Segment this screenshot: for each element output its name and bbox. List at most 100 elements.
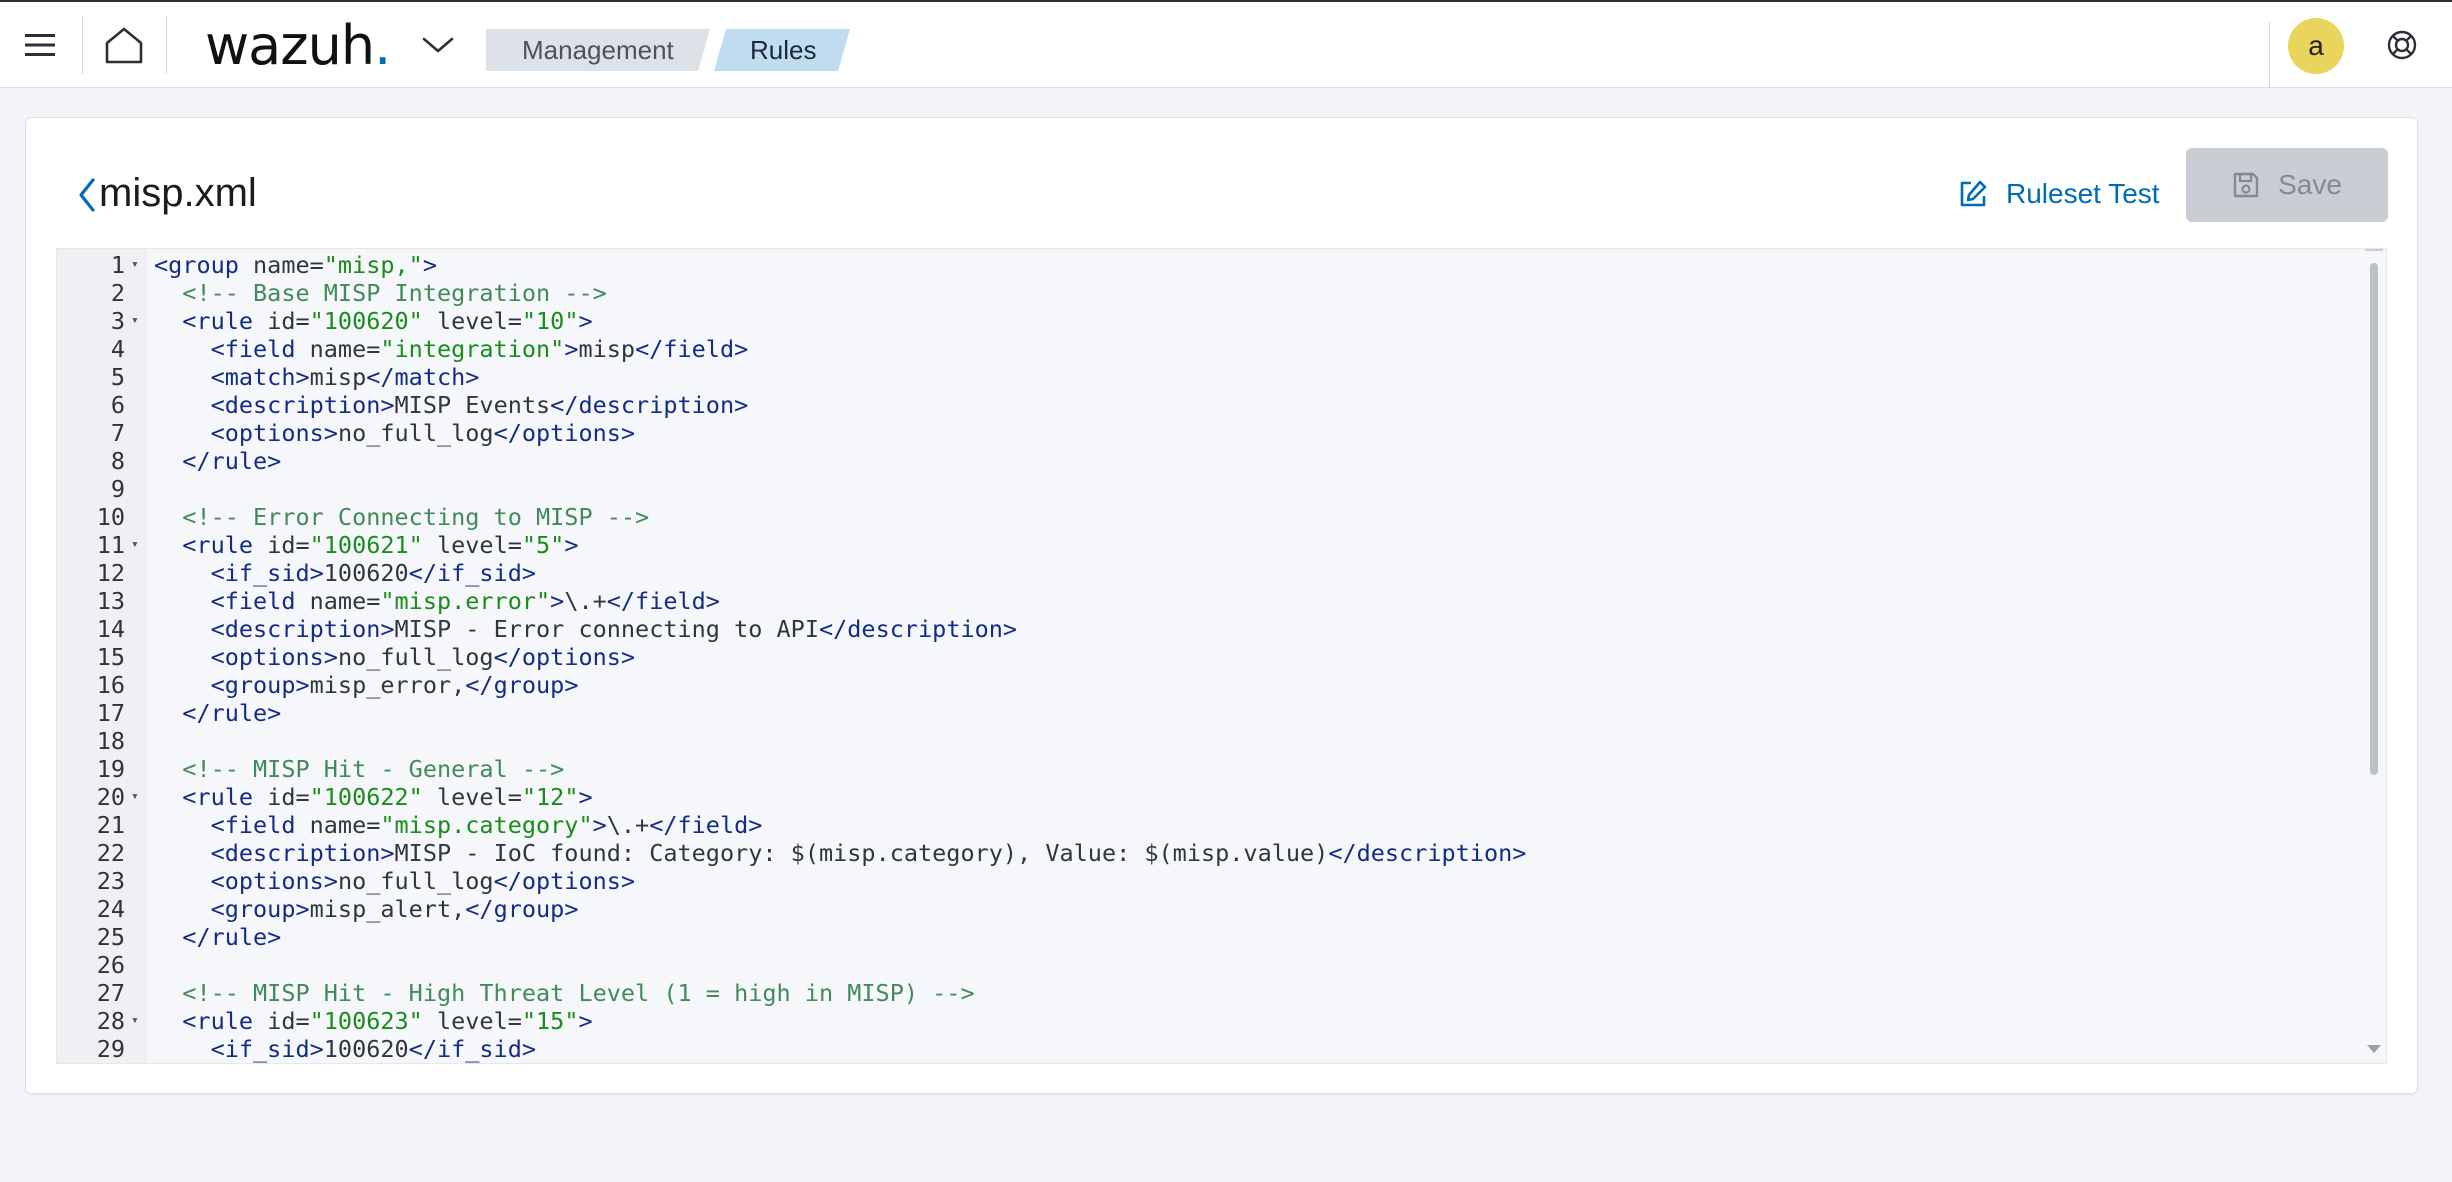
code-line[interactable]: 19 <!-- MISP Hit - General --> bbox=[57, 755, 2386, 783]
line-number: 3 bbox=[110, 307, 125, 335]
code-token: "100622" bbox=[309, 783, 423, 811]
code-token: > bbox=[592, 811, 607, 839]
editor-scrollbar[interactable] bbox=[2370, 263, 2378, 775]
code-line[interactable]: 7 <options>no_full_log</options> bbox=[57, 419, 2386, 447]
code-token: <rule bbox=[182, 531, 254, 559]
code-line[interactable]: 15 <options>no_full_log</options> bbox=[57, 643, 2386, 671]
code-text: </rule> bbox=[154, 699, 281, 727]
file-name-title: misp.xml bbox=[99, 171, 257, 215]
code-text: <options>no_full_log</options> bbox=[154, 643, 635, 671]
code-line[interactable]: 27 <!-- MISP Hit - High Threat Level (1 … bbox=[57, 979, 2386, 1007]
code-text: <field name="misp.category">\.+</field> bbox=[154, 811, 763, 839]
fold-arrow-icon[interactable]: ▾ bbox=[131, 1007, 145, 1035]
code-token: </rule> bbox=[182, 447, 282, 475]
line-number: 8 bbox=[110, 447, 125, 475]
line-number: 27 bbox=[96, 979, 125, 1007]
code-line[interactable]: 24 <group>misp_alert,</group> bbox=[57, 895, 2386, 923]
line-number: 24 bbox=[96, 895, 125, 923]
code-line[interactable]: 4 <field name="integration">misp</field> bbox=[57, 335, 2386, 363]
code-line[interactable]: 11 ▾ <rule id="100621" level="5"> bbox=[57, 531, 2386, 559]
chevron-down-icon[interactable] bbox=[408, 2, 468, 88]
code-text: <!-- Error Connecting to MISP --> bbox=[154, 503, 649, 531]
code-token: "misp.error" bbox=[380, 587, 551, 615]
code-token: <options> bbox=[210, 419, 338, 447]
code-line[interactable]: 17 </rule> bbox=[57, 699, 2386, 727]
line-number: 20 bbox=[96, 783, 125, 811]
code-line[interactable]: 10 <!-- Error Connecting to MISP --> bbox=[57, 503, 2386, 531]
code-line[interactable]: 18 bbox=[57, 727, 2386, 755]
code-line[interactable]: 2 <!-- Base MISP Integration --> bbox=[57, 279, 2386, 307]
code-token: 100620 bbox=[323, 559, 409, 587]
code-token: > bbox=[578, 783, 593, 811]
code-line[interactable]: 5 <match>misp</match> bbox=[57, 363, 2386, 391]
rule-file-panel: misp.xml Ruleset Test Save 1 ▾ <group name… bbox=[25, 117, 2418, 1094]
line-number: 14 bbox=[96, 615, 125, 643]
code-token: <field bbox=[210, 587, 296, 615]
code-token: > bbox=[564, 335, 579, 363]
fold-arrow-icon[interactable]: ▾ bbox=[131, 531, 145, 559]
line-number: 6 bbox=[110, 391, 125, 419]
code-line[interactable]: 20 ▾ <rule id="100622" level="12"> bbox=[57, 783, 2386, 811]
code-text: </rule> bbox=[154, 923, 281, 951]
home-icon[interactable] bbox=[84, 2, 164, 88]
code-line[interactable]: 16 <group>misp_error,</group> bbox=[57, 671, 2386, 699]
code-line[interactable]: 25 </rule> bbox=[57, 923, 2386, 951]
code-text: <rule id="100620" level="10"> bbox=[154, 307, 592, 335]
code-line[interactable]: 6 <description>MISP Events</description> bbox=[57, 391, 2386, 419]
line-number: 26 bbox=[96, 951, 125, 979]
header-divider bbox=[82, 16, 83, 74]
code-line[interactable]: 9 bbox=[57, 475, 2386, 503]
line-number: 2 bbox=[110, 279, 125, 307]
code-line[interactable]: 1 ▾ <group name="misp,"> bbox=[57, 251, 2386, 279]
code-text: <!-- Base MISP Integration --> bbox=[154, 279, 606, 307]
code-token: </description> bbox=[818, 615, 1018, 643]
code-line[interactable]: 23 <options>no_full_log</options> bbox=[57, 867, 2386, 895]
code-token: misp_alert, bbox=[309, 895, 466, 923]
save-label: Save bbox=[2278, 169, 2342, 200]
code-token: id= bbox=[253, 1007, 310, 1035]
line-number: 29 bbox=[96, 1035, 125, 1063]
scroll-down-arrow-icon[interactable] bbox=[2367, 1045, 2381, 1053]
code-line[interactable]: 8 </rule> bbox=[57, 447, 2386, 475]
code-token: </match> bbox=[366, 363, 480, 391]
code-token: <options> bbox=[210, 867, 338, 895]
fold-arrow-icon[interactable]: ▾ bbox=[131, 783, 145, 811]
code-token: </description> bbox=[550, 391, 749, 419]
line-number: 13 bbox=[96, 587, 125, 615]
line-number: 19 bbox=[96, 755, 125, 783]
line-number: 18 bbox=[96, 727, 125, 755]
line-number: 12 bbox=[96, 559, 125, 587]
code-line[interactable]: 21 <field name="misp.category">\.+</fiel… bbox=[57, 811, 2386, 839]
code-line[interactable]: 29 <if_sid>100620</if_sid> bbox=[57, 1035, 2386, 1063]
code-line[interactable]: 3 ▾ <rule id="100620" level="10"> bbox=[57, 307, 2386, 335]
code-token: <!-- Error Connecting to MISP --> bbox=[154, 503, 650, 531]
code-line[interactable]: 26 bbox=[57, 951, 2386, 979]
header-divider bbox=[2269, 22, 2270, 88]
code-line[interactable]: 22 <description>MISP - IoC found: Catego… bbox=[57, 839, 2386, 867]
code-line[interactable]: 12 <if_sid>100620</if_sid> bbox=[57, 559, 2386, 587]
fold-arrow-icon[interactable]: ▾ bbox=[131, 251, 145, 279]
menu-icon[interactable] bbox=[0, 2, 80, 88]
code-token: level= bbox=[422, 783, 522, 811]
code-token: no_full_log bbox=[337, 867, 494, 895]
save-button[interactable]: Save bbox=[2186, 148, 2388, 222]
code-editor[interactable]: 1 ▾ <group name="misp,"> 2 <!-- Base MISP I… bbox=[56, 248, 2387, 1064]
code-line[interactable]: 14 <description>MISP - Error connecting … bbox=[57, 615, 2386, 643]
help-lifebuoy-icon[interactable] bbox=[2362, 2, 2442, 88]
code-token: level= bbox=[422, 531, 522, 559]
code-line[interactable]: 13 <field name="misp.error">\.+</field> bbox=[57, 587, 2386, 615]
breadcrumb-management[interactable]: Management bbox=[486, 29, 710, 71]
wazuh-logo[interactable]: wazuh. bbox=[205, 12, 391, 78]
user-avatar[interactable]: a bbox=[2288, 18, 2344, 74]
code-token: level= bbox=[422, 307, 522, 335]
code-text: <!-- MISP Hit - High Threat Level (1 = h… bbox=[154, 979, 974, 1007]
ruleset-test-button[interactable]: Ruleset Test bbox=[1958, 162, 2160, 226]
code-line[interactable]: 28 ▾ <rule id="100623" level="15"> bbox=[57, 1007, 2386, 1035]
code-token: <group> bbox=[210, 671, 310, 699]
fold-arrow-icon[interactable]: ▾ bbox=[131, 307, 145, 335]
code-token: 100620 bbox=[323, 1035, 409, 1063]
